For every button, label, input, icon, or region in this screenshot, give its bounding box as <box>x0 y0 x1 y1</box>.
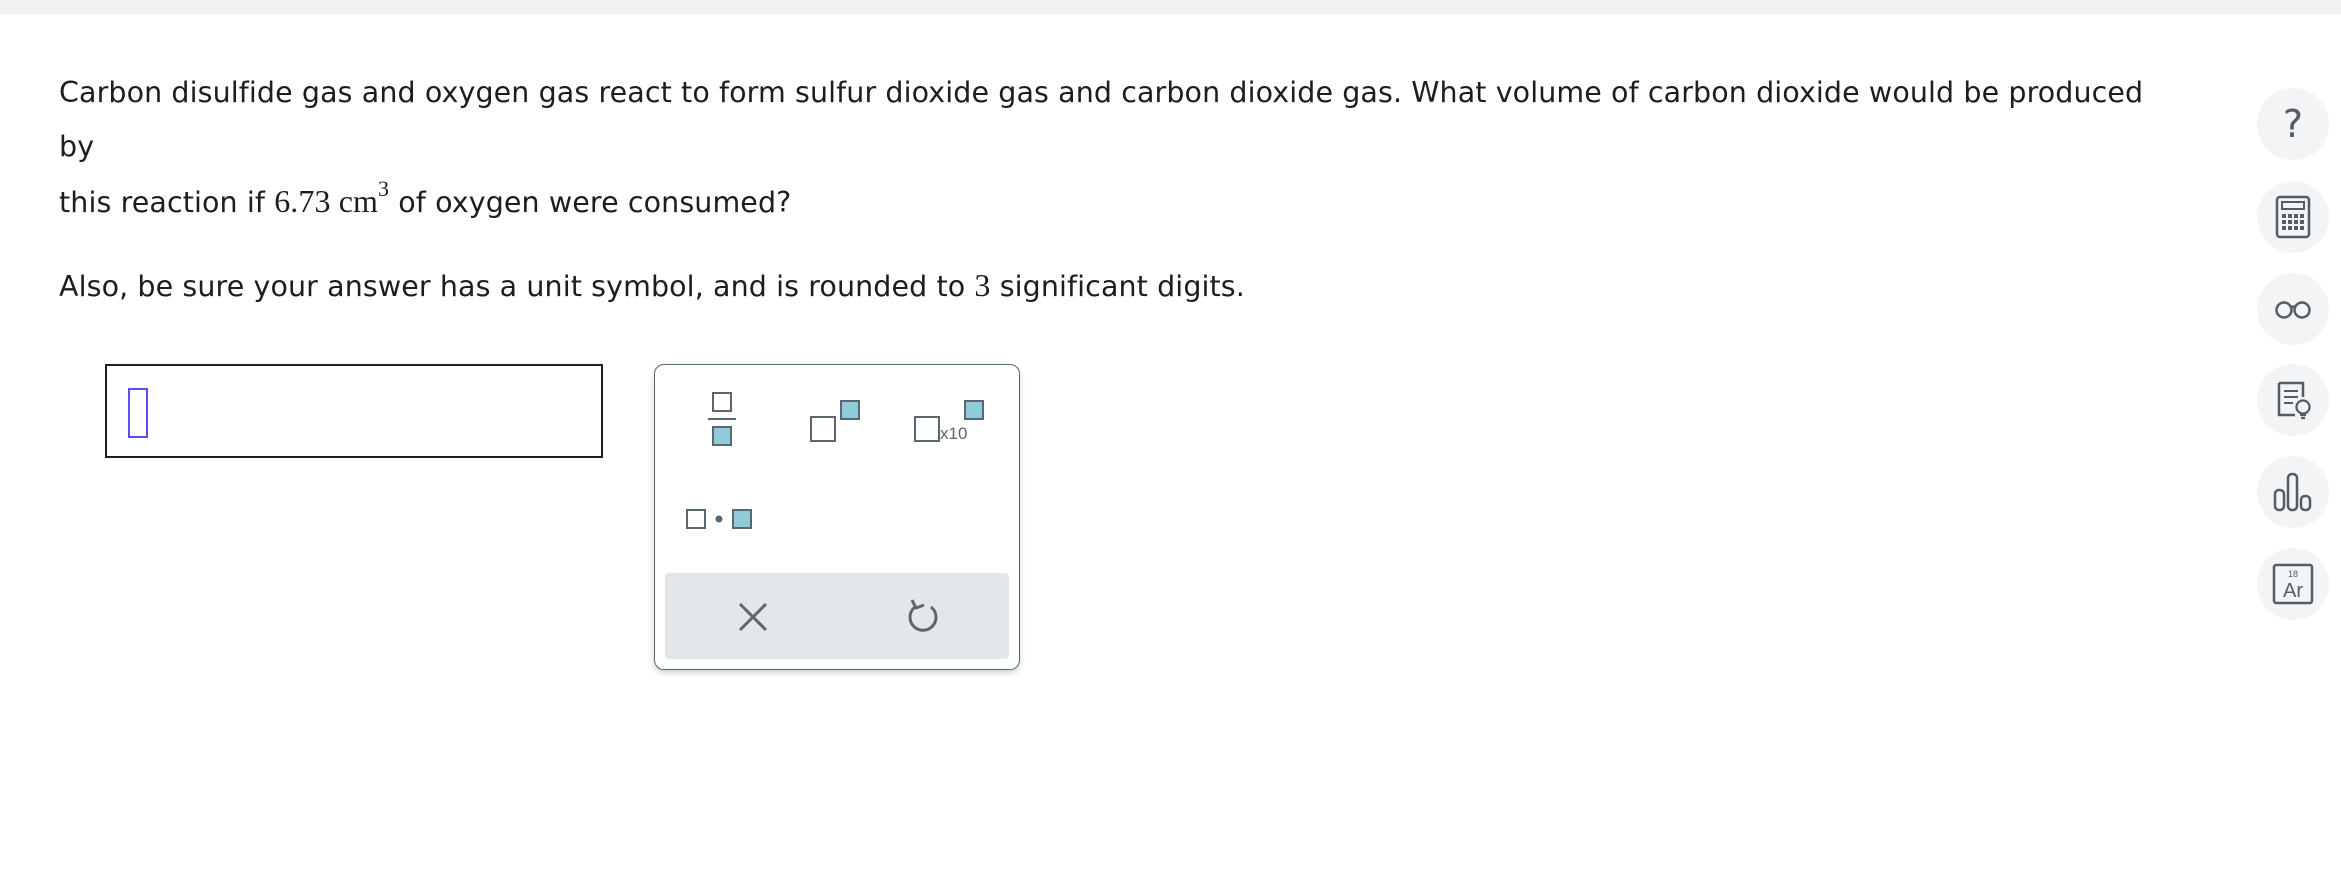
oxygen-amount-value: 6.73 <box>274 183 331 219</box>
palette-footer <box>665 573 1009 659</box>
periodic-table-icon: 18 Ar <box>2272 563 2314 605</box>
question-paragraph-1: Carbon disulfide gas and oxygen gas reac… <box>59 66 2179 230</box>
question-line-1: Carbon disulfide gas and oxygen gas reac… <box>59 76 2144 163</box>
multiply-dot-icon <box>686 509 752 529</box>
times-ten-icon: x10 <box>914 400 984 443</box>
oxygen-unit: cm <box>338 183 378 219</box>
glasses-icon <box>2275 301 2311 319</box>
multiply-dot-button[interactable] <box>683 499 763 539</box>
scientific-notation-button[interactable]: x10 <box>911 389 991 453</box>
times-ten-label: x10 <box>940 424 967 443</box>
undo-icon <box>908 599 938 632</box>
undo-button[interactable] <box>895 593 951 641</box>
help-button[interactable]: ? <box>2257 88 2329 160</box>
fraction-button[interactable] <box>695 389 749 453</box>
question-text: Carbon disulfide gas and oxygen gas reac… <box>59 66 2179 314</box>
sig-figs-value: 3 <box>974 267 991 303</box>
oxygen-amount: 6.73 cm3 <box>274 178 389 219</box>
superscript-icon <box>810 400 860 442</box>
explanation-button[interactable] <box>2257 364 2329 436</box>
answer-input[interactable] <box>105 364 603 458</box>
question-line-2-pre: this reaction if <box>59 186 275 219</box>
reading-glasses-button[interactable] <box>2257 273 2329 345</box>
answer-cursor-placeholder <box>128 388 148 438</box>
oxygen-unit-exponent: 3 <box>378 176 390 202</box>
question-line-2-post: of oxygen were consumed? <box>389 186 792 219</box>
periodic-atomic-number: 18 <box>2288 569 2298 579</box>
top-bar <box>0 0 2341 14</box>
periodic-symbol: Ar <box>2283 580 2303 602</box>
document-lightbulb-icon <box>2277 381 2311 420</box>
help-icon: ? <box>2282 102 2304 146</box>
fraction-icon <box>708 392 736 446</box>
periodic-table-button[interactable]: 18 Ar <box>2257 548 2329 620</box>
question-paragraph-2: Also, be sure your answer has a unit sym… <box>59 258 2179 314</box>
data-button[interactable] <box>2257 456 2329 528</box>
clear-button[interactable] <box>725 593 781 641</box>
instructions-pre: Also, be sure your answer has a unit sym… <box>59 270 975 303</box>
calculator-icon <box>2275 195 2311 239</box>
bar-chart-icon <box>2273 472 2312 512</box>
close-icon <box>738 602 768 632</box>
math-palette: x10 <box>654 364 1020 670</box>
calculator-button[interactable] <box>2257 181 2329 253</box>
superscript-button[interactable] <box>803 389 863 453</box>
instructions-post: significant digits. <box>990 270 1245 303</box>
